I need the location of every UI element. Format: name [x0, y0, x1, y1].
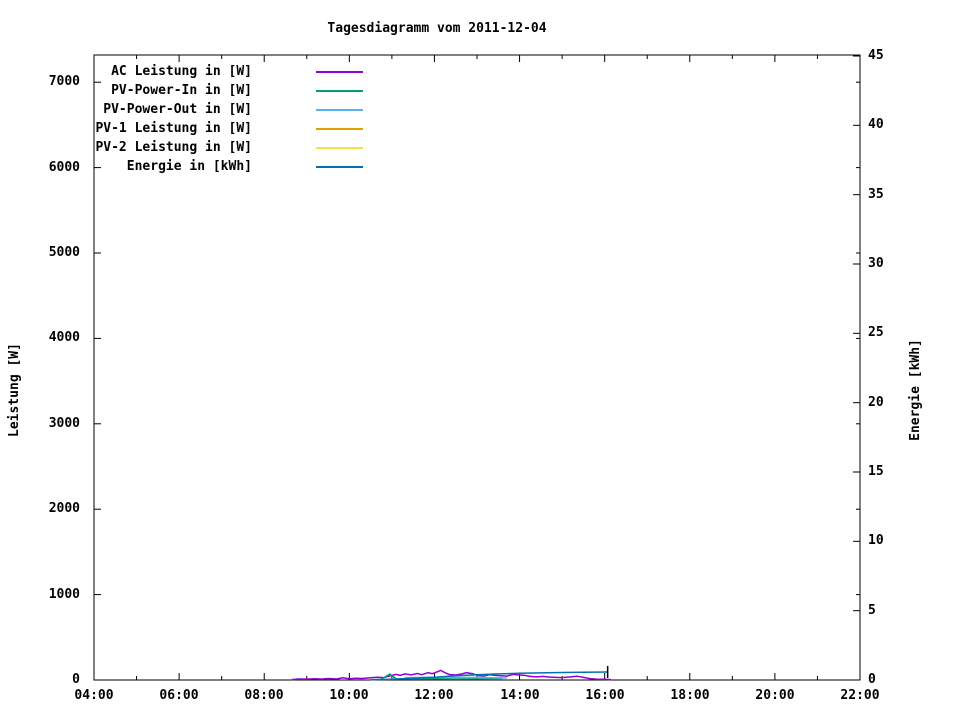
- y2-tick-label: 0: [868, 672, 876, 687]
- legend-item-pv-power-out: PV-Power-Out in [W]: [94, 100, 363, 119]
- y2-tick-label: 25: [868, 325, 884, 340]
- y1-tick-label: 6000: [48, 160, 80, 175]
- y1-tick-label: 3000: [48, 416, 80, 431]
- y2-tick-label: 15: [868, 464, 884, 479]
- legend-line-sample: [316, 127, 363, 130]
- chart-page: Tagesdiagramm vom 2011-12-04 Leistung [W…: [0, 0, 960, 720]
- y2-tick-label: 35: [868, 187, 884, 202]
- x-tick-label: 18:00: [670, 688, 710, 703]
- x-tick-label: 12:00: [414, 688, 454, 703]
- y2-tick-label: 30: [868, 256, 884, 271]
- y1-tick-label: 1000: [48, 587, 80, 602]
- y1-tick-label: 2000: [48, 501, 80, 516]
- x-tick-label: 08:00: [244, 688, 284, 703]
- x-tick-label: 06:00: [159, 688, 199, 703]
- y2-tick-label: 45: [868, 48, 884, 63]
- x-tick-label: 22:00: [840, 688, 880, 703]
- legend-line-sample: [316, 70, 363, 73]
- y2-tick-label: 10: [868, 533, 884, 548]
- y1-tick-label: 4000: [48, 330, 80, 345]
- legend-label: PV-1 Leistung in [W]: [95, 121, 252, 136]
- y2-tick-label: 20: [868, 395, 884, 410]
- legend: AC Leistung in [W] PV-Power-In in [W] PV…: [94, 62, 363, 176]
- y1-tick-label: 5000: [48, 245, 80, 260]
- legend-item-pv2-leistung: PV-2 Leistung in [W]: [94, 138, 363, 157]
- legend-item-pv-power-in: PV-Power-In in [W]: [94, 81, 363, 100]
- y2-tick-label: 40: [868, 117, 884, 132]
- y1-tick-label: 0: [72, 672, 80, 687]
- legend-item-pv1-leistung: PV-1 Leistung in [W]: [94, 119, 363, 138]
- x-tick-label: 10:00: [329, 688, 369, 703]
- x-tick-label: 04:00: [74, 688, 114, 703]
- legend-label: PV-Power-Out in [W]: [103, 102, 252, 117]
- x-tick-label: 20:00: [755, 688, 795, 703]
- y2-tick-label: 5: [868, 603, 876, 618]
- x-tick-label: 14:00: [500, 688, 540, 703]
- legend-line-sample: [316, 89, 363, 92]
- legend-line-sample: [316, 165, 363, 168]
- legend-line-sample: [316, 146, 363, 149]
- legend-label: PV-2 Leistung in [W]: [95, 140, 252, 155]
- x-tick-label: 16:00: [585, 688, 625, 703]
- legend-label: PV-Power-In in [W]: [111, 83, 252, 98]
- legend-item-ac-leistung: AC Leistung in [W]: [94, 62, 363, 81]
- legend-line-sample: [316, 108, 363, 111]
- y1-tick-label: 7000: [48, 74, 80, 89]
- legend-label: AC Leistung in [W]: [111, 64, 252, 79]
- legend-item-energie: Energie in [kWh]: [94, 157, 363, 176]
- legend-label: Energie in [kWh]: [126, 159, 252, 174]
